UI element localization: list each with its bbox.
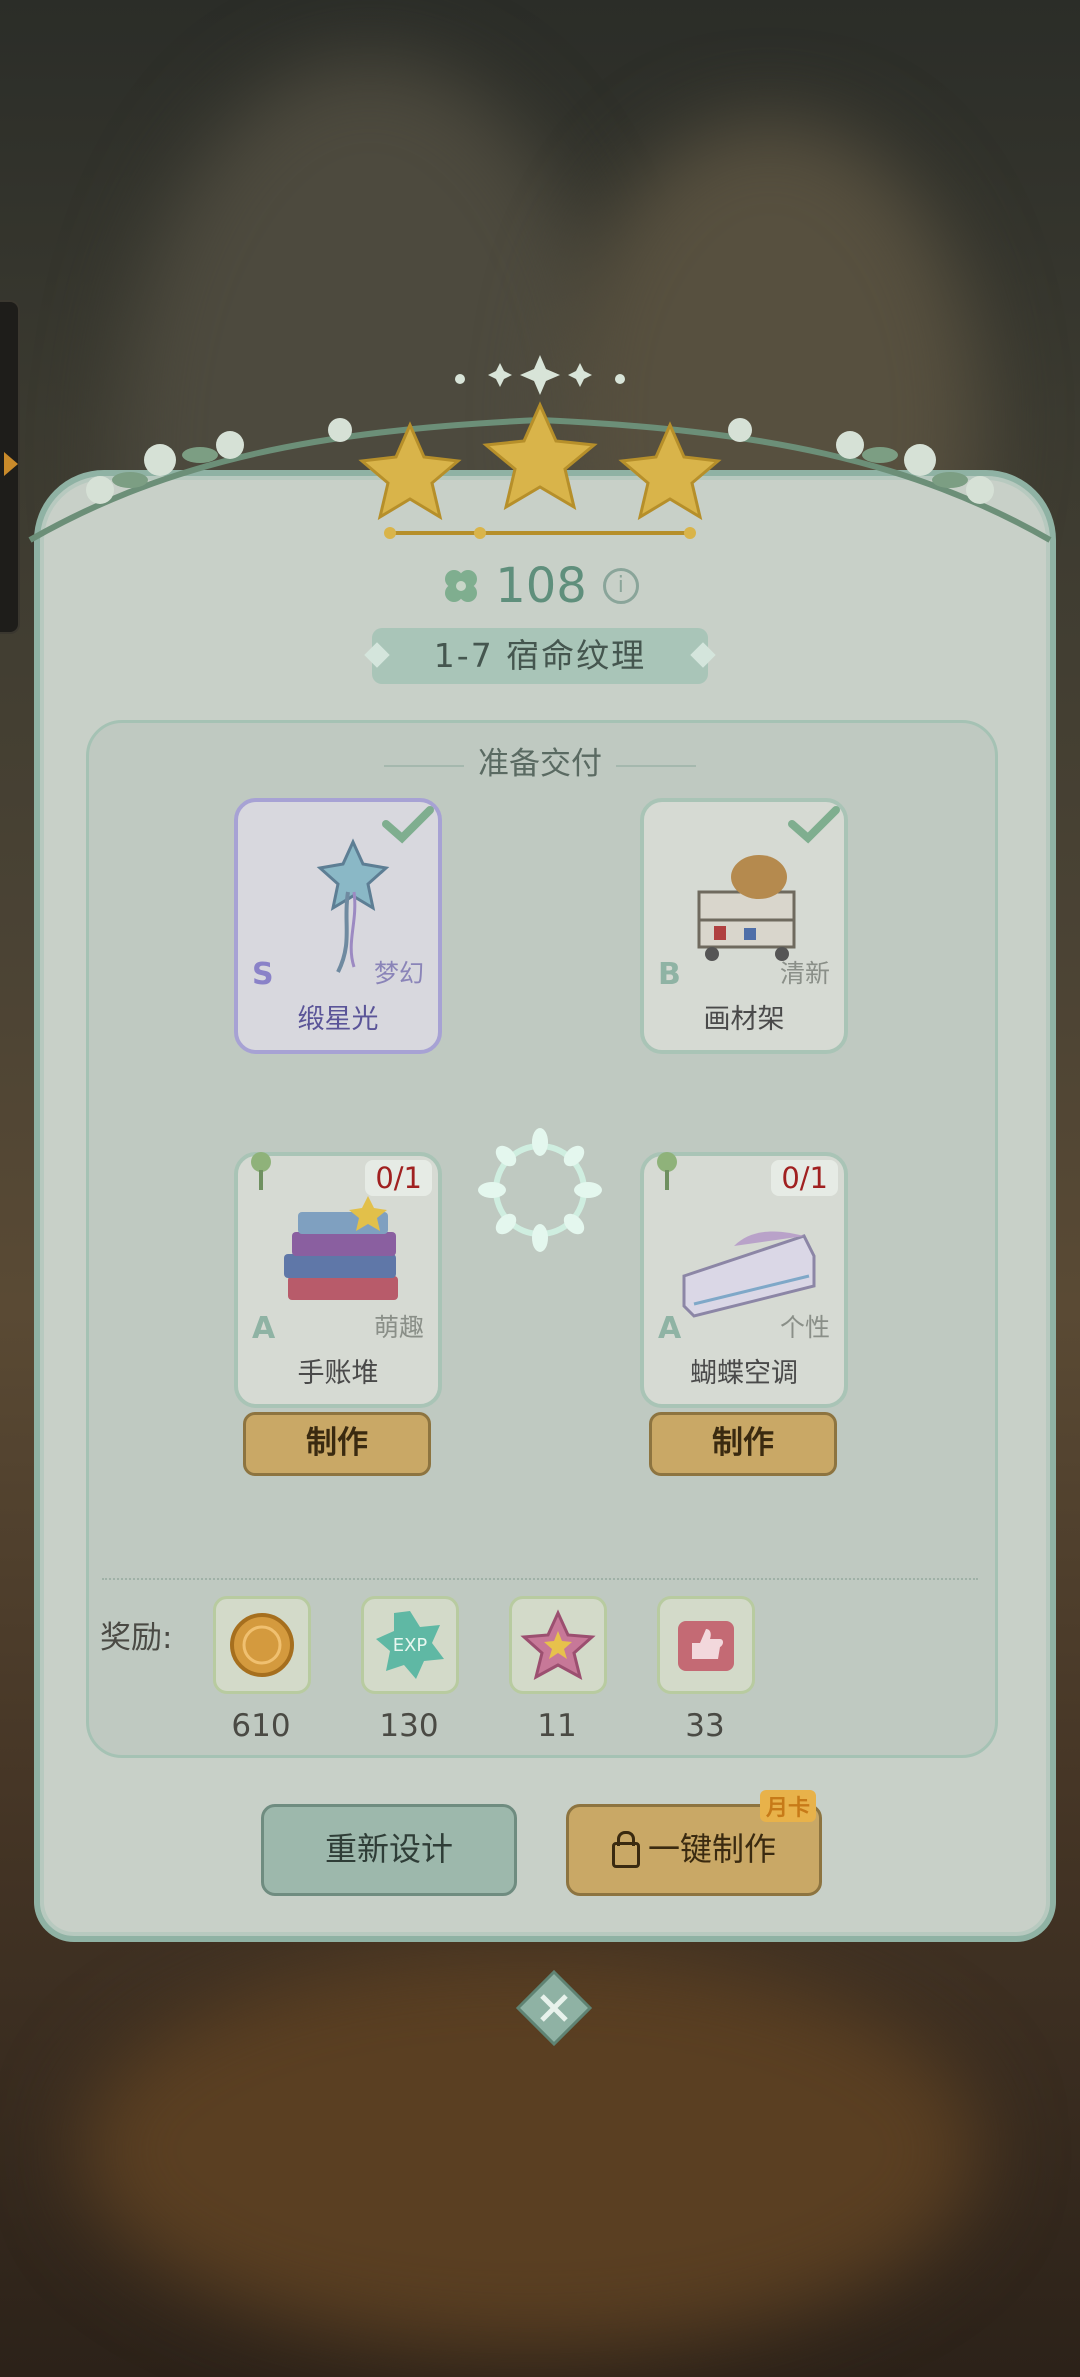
style-tag: 萌趣 <box>373 1313 424 1342</box>
style-tag: 梦幻 <box>373 959 424 988</box>
star-icon <box>482 401 598 511</box>
level-score: 108 i <box>0 555 1080 614</box>
exp-icon: EXP <box>376 1611 444 1679</box>
month-card-badge: 月卡 <box>760 1790 817 1822</box>
item-name: 蝴蝶空调 <box>690 1358 798 1389</box>
reward-label: 奖励: <box>100 1620 173 1656</box>
thumbs-up-icon <box>678 1621 734 1671</box>
three-star-rating <box>358 401 722 539</box>
item-card[interactable]: S 梦幻 缎星光 <box>234 798 442 1054</box>
level-title: 1-7 宿命纹理 <box>372 628 708 684</box>
lock-icon <box>611 1831 640 1868</box>
section-title: 准备交付 <box>0 738 1080 783</box>
style-tag: 清新 <box>779 959 830 988</box>
item-card[interactable]: 0/1 A 萌趣 手账堆 <box>234 1152 442 1408</box>
svg-text:EXP: EXP <box>393 1635 428 1656</box>
score-value: 108 <box>495 558 587 614</box>
item-name: 手账堆 <box>297 1358 379 1389</box>
grade-badge: A <box>252 1311 276 1346</box>
leaf-wreath-loading-icon <box>478 1128 602 1252</box>
style-tag: 个性 <box>779 1313 830 1342</box>
grade-badge: S <box>252 957 274 992</box>
star-icon <box>358 421 462 521</box>
reward-item[interactable]: 11 <box>509 1596 607 1744</box>
redesign-button[interactable]: 重新设计 <box>261 1804 517 1896</box>
reward-item[interactable]: EXP 130 <box>361 1596 459 1744</box>
coin-icon <box>230 1613 294 1677</box>
star-icon <box>618 421 722 521</box>
sparkle-decoration <box>455 355 625 395</box>
reward-item[interactable]: 33 <box>657 1596 755 1744</box>
reward-value: 11 <box>537 1708 577 1744</box>
grade-badge: B <box>658 957 681 992</box>
make-button[interactable]: 制作 <box>243 1412 431 1476</box>
close-icon[interactable] <box>516 1970 592 2046</box>
item-name: 缎星光 <box>297 1004 379 1035</box>
reward-value: 610 <box>231 1708 291 1744</box>
reward-value: 130 <box>379 1708 439 1744</box>
divider <box>102 1578 978 1580</box>
one-click-label: 一键制作 <box>647 1830 776 1868</box>
grade-badge: A <box>658 1311 682 1346</box>
reward-item[interactable]: 610 <box>213 1596 311 1744</box>
item-name: 画材架 <box>703 1004 785 1035</box>
item-card[interactable]: 0/1 A 个性 蝴蝶空调 <box>640 1152 848 1408</box>
info-icon[interactable]: i <box>602 568 639 604</box>
arrow-right-icon <box>4 452 18 476</box>
clover-icon <box>445 570 478 602</box>
make-button[interactable]: 制作 <box>649 1412 837 1476</box>
star-icon <box>520 1609 596 1680</box>
reward-value: 33 <box>685 1708 725 1744</box>
item-card[interactable]: B 清新 画材架 <box>640 798 848 1054</box>
